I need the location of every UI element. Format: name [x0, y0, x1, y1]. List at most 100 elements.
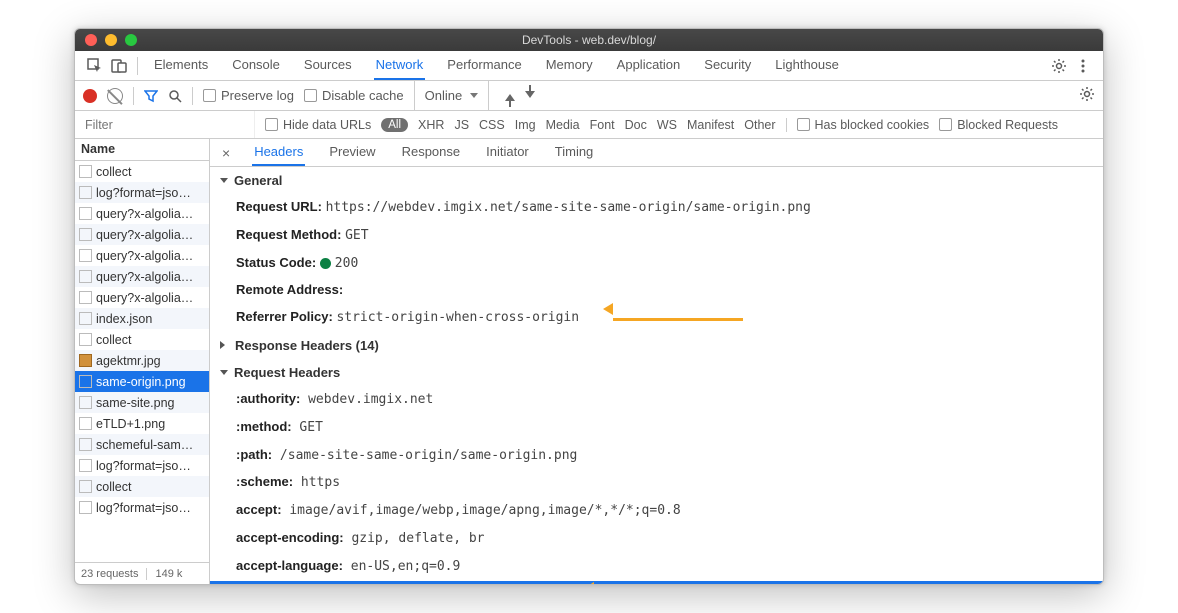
record-button[interactable]	[83, 89, 97, 103]
image-file-icon	[79, 354, 92, 367]
main-tabbar: Elements Console Sources Network Performance…	[75, 51, 1103, 81]
request-list: collectlog?format=jso…query?x-algolia…qu…	[75, 161, 209, 562]
request-row[interactable]: log?format=jso…	[75, 455, 209, 476]
device-toggle-icon[interactable]	[107, 54, 131, 78]
tab-application[interactable]: Application	[615, 51, 683, 80]
close-window[interactable]	[85, 34, 97, 46]
filter-types: XHR JS CSS Img Media Font Doc WS Manifest Other	[418, 118, 776, 132]
request-header-row: accept-encoding: gzip, deflate, br	[210, 525, 1103, 553]
devtools-window: DevTools - web.dev/blog/ Elements Console…	[74, 28, 1104, 585]
request-row[interactable]: query?x-algolia…	[75, 245, 209, 266]
filter-doc[interactable]: Doc	[625, 118, 647, 132]
filter-ws[interactable]: WS	[657, 118, 677, 132]
clear-icon[interactable]	[107, 88, 123, 104]
file-icon	[79, 333, 92, 346]
search-icon[interactable]	[168, 89, 182, 103]
tab-security[interactable]: Security	[702, 51, 753, 80]
detail-tab-preview[interactable]: Preview	[327, 139, 377, 166]
filter-img[interactable]: Img	[515, 118, 536, 132]
file-icon	[79, 459, 92, 472]
main-tabs: Elements Console Sources Network Performance…	[152, 51, 841, 80]
network-settings-icon[interactable]	[1079, 86, 1095, 105]
file-icon	[79, 501, 92, 514]
detail-tab-headers[interactable]: Headers	[252, 139, 305, 166]
maximize-window[interactable]	[125, 34, 137, 46]
request-row[interactable]: same-site.png	[75, 392, 209, 413]
download-icon[interactable]	[525, 91, 535, 98]
file-icon	[79, 396, 92, 409]
has-blocked-cookies-toggle[interactable]: Has blocked cookies	[797, 118, 930, 132]
referrer-policy-row: Referrer Policy: strict-origin-when-cros…	[210, 304, 1103, 332]
filter-css[interactable]: CSS	[479, 118, 505, 132]
request-row[interactable]: schemeful-sam…	[75, 434, 209, 455]
filter-icon[interactable]	[144, 89, 158, 103]
tab-network[interactable]: Network	[374, 51, 426, 80]
file-icon	[79, 375, 92, 388]
tab-console[interactable]: Console	[230, 51, 282, 80]
detail-tabs: × Headers Preview Response Initiator Timing	[210, 139, 1103, 167]
name-column-header[interactable]: Name	[75, 139, 209, 161]
request-headers-section[interactable]: Request Headers	[210, 359, 1103, 386]
detail-tab-initiator[interactable]: Initiator	[484, 139, 531, 166]
response-headers-section[interactable]: Response Headers (14)	[210, 332, 1103, 359]
close-details-button[interactable]: ×	[218, 145, 234, 161]
request-row[interactable]: collect	[75, 161, 209, 182]
request-row[interactable]: same-origin.png	[75, 371, 209, 392]
disable-cache-toggle[interactable]: Disable cache	[304, 88, 404, 103]
minimize-window[interactable]	[105, 34, 117, 46]
window-title: DevTools - web.dev/blog/	[522, 33, 656, 47]
blocked-requests-toggle[interactable]: Blocked Requests	[939, 118, 1058, 132]
tab-memory[interactable]: Memory	[544, 51, 595, 80]
filter-media[interactable]: Media	[546, 118, 580, 132]
inspect-icon[interactable]	[83, 54, 107, 78]
more-icon[interactable]	[1071, 54, 1095, 78]
tab-lighthouse[interactable]: Lighthouse	[773, 51, 841, 80]
file-icon	[79, 207, 92, 220]
tab-performance[interactable]: Performance	[445, 51, 523, 80]
request-row[interactable]: collect	[75, 329, 209, 350]
request-row[interactable]: log?format=jso…	[75, 182, 209, 203]
request-row[interactable]: collect	[75, 476, 209, 497]
filter-font[interactable]: Font	[590, 118, 615, 132]
status-dot-icon	[320, 258, 331, 269]
request-row[interactable]: agektmr.jpg	[75, 350, 209, 371]
tab-elements[interactable]: Elements	[152, 51, 210, 80]
traffic-lights	[85, 34, 137, 46]
request-header-row: :scheme: https	[210, 469, 1103, 497]
request-row[interactable]: query?x-algolia…	[75, 266, 209, 287]
request-row[interactable]: log?format=jso…	[75, 497, 209, 518]
request-header-row: :path: /same-site-same-origin/same-origi…	[210, 442, 1103, 470]
filter-input[interactable]	[75, 111, 255, 138]
chevron-down-icon	[470, 93, 478, 98]
upload-icon[interactable]	[505, 94, 515, 101]
hide-data-urls-toggle[interactable]: Hide data URLs	[265, 118, 371, 132]
filter-js[interactable]: JS	[454, 118, 469, 132]
request-header-row: :authority: webdev.imgix.net	[210, 386, 1103, 414]
preserve-log-toggle[interactable]: Preserve log	[203, 88, 294, 103]
filter-bar: Hide data URLs All XHR JS CSS Img Media Font D…	[75, 111, 1103, 139]
titlebar: DevTools - web.dev/blog/	[75, 29, 1103, 51]
general-section-header[interactable]: General	[210, 167, 1103, 194]
request-row[interactable]: query?x-algolia…	[75, 287, 209, 308]
request-header-row: accept-language: en-US,en;q=0.9	[210, 553, 1103, 581]
filter-all[interactable]: All	[381, 118, 408, 132]
file-icon	[79, 480, 92, 493]
request-row[interactable]: eTLD+1.png	[75, 413, 209, 434]
filter-xhr[interactable]: XHR	[418, 118, 444, 132]
file-icon	[79, 249, 92, 262]
filter-other[interactable]: Other	[744, 118, 775, 132]
headers-content: General Request URL: https://webdev.imgi…	[210, 167, 1103, 584]
request-row[interactable]: query?x-algolia…	[75, 224, 209, 245]
detail-tab-response[interactable]: Response	[400, 139, 463, 166]
status-bar: 23 requests 149 k	[75, 562, 209, 584]
remote-address: Remote Address:	[236, 282, 343, 297]
detail-tab-timing[interactable]: Timing	[553, 139, 596, 166]
filter-manifest[interactable]: Manifest	[687, 118, 734, 132]
throttling-select[interactable]: Online	[414, 81, 490, 110]
request-row[interactable]: index.json	[75, 308, 209, 329]
settings-icon[interactable]	[1047, 54, 1071, 78]
request-row[interactable]: query?x-algolia…	[75, 203, 209, 224]
file-icon	[79, 438, 92, 451]
file-icon	[79, 291, 92, 304]
tab-sources[interactable]: Sources	[302, 51, 354, 80]
